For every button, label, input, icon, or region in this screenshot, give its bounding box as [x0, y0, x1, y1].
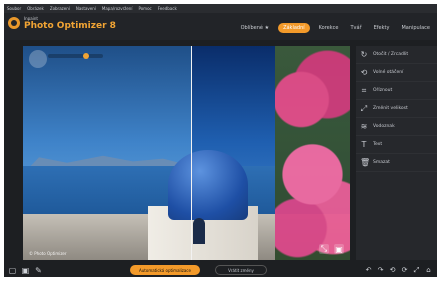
tool-panel: ↻ Otočit / Zrcadlit ⟲ Volné otáčení ⌗ Oř… — [356, 46, 437, 260]
bottom-toolbar: ▢ ▣ ✎ Automatická optimalizace Vrátit zm… — [4, 264, 437, 277]
rotate-icon: ↻ — [360, 49, 368, 59]
panel-item-watermark[interactable]: ≋ Vodoznak — [356, 118, 437, 136]
stage-tools: ⤡ ▣ — [319, 244, 344, 254]
panel-item-label: Vodoznak — [373, 124, 395, 129]
undo-icon[interactable]: ↶ — [364, 266, 373, 275]
panel-item-label: Změnit velikost — [373, 106, 408, 111]
menu-bar: Soubor Obrázek Zobrazení Nastavení Mapa/… — [4, 4, 437, 13]
undo-changes-button[interactable]: Vrátit změny — [215, 265, 267, 275]
zoom-knob[interactable] — [83, 53, 89, 59]
fullscreen-icon[interactable]: ⤢ — [412, 266, 421, 275]
straighten-icon: ⟲ — [360, 67, 368, 77]
auto-optimize-button[interactable]: Automatická optimalizace — [130, 265, 200, 275]
bottom-right-tools: ↶ ↷ ⟲ ⟳ ⤢ ⌂ — [364, 266, 433, 275]
panel-item-label: Oříznout — [373, 88, 393, 93]
menu-layout[interactable]: Mapa/rozvržení — [102, 4, 133, 13]
panel-item-label: Smazat — [373, 160, 390, 165]
panel-item-free-rotate[interactable]: ⟲ Volné otáčení — [356, 64, 437, 82]
rotate-right-icon[interactable]: ⟳ — [400, 266, 409, 275]
menu-feedback[interactable]: Feedback — [158, 4, 177, 13]
panel-item-label: Otočit / Zrcadlit — [373, 52, 409, 57]
app-logo — [8, 17, 20, 29]
tab-basic[interactable]: Základní — [278, 23, 310, 33]
tab-favorites[interactable]: Oblíbené ★ — [238, 24, 272, 32]
home-icon[interactable]: ⌂ — [424, 266, 433, 275]
blue-dome — [168, 150, 248, 220]
rotate-left-icon[interactable]: ⟲ — [388, 266, 397, 275]
tab-effects[interactable]: Efekty — [371, 24, 393, 32]
church-window — [193, 218, 205, 244]
pink-blossoms — [275, 46, 350, 260]
tab-corrections[interactable]: Korekce — [316, 24, 342, 32]
menu-view[interactable]: Zobrazení — [50, 4, 70, 13]
photo-optimizer-window: Soubor Obrázek Zobrazení Nastavení Mapa/… — [4, 4, 437, 277]
text-icon: T — [361, 139, 367, 149]
tab-face[interactable]: Tvář — [347, 24, 364, 32]
fit-icon[interactable]: ⤡ — [319, 244, 329, 254]
panel-item-label: Volné otáčení — [373, 70, 404, 75]
menu-settings[interactable]: Nastavení — [76, 4, 96, 13]
document-icon[interactable]: ▢ — [8, 266, 17, 275]
photo-preview[interactable]: © Photo Optimizer ⤡ ▣ — [23, 46, 350, 260]
panel-item-crop[interactable]: ⌗ Oříznout — [356, 82, 437, 100]
panel-item-resize[interactable]: ⤢ Změnit velikost — [356, 100, 437, 118]
panel-item-text[interactable]: T Text — [356, 136, 437, 154]
photo-caption: © Photo Optimizer — [29, 251, 67, 256]
watermark-icon: ≋ — [360, 121, 368, 131]
app-title: Photo Optimizer 8 — [24, 21, 116, 31]
compare-icon[interactable]: ▣ — [334, 244, 344, 254]
resize-icon: ⤢ — [360, 103, 368, 113]
tab-manipulation[interactable]: Manipulace — [398, 24, 433, 32]
bottom-left-tools: ▢ ▣ ✎ — [8, 266, 43, 275]
category-tabs: Oblíbené ★ Základní Korekce Tvář Efekty … — [238, 23, 433, 33]
menu-file[interactable]: Soubor — [7, 4, 21, 13]
before-after-divider[interactable] — [191, 46, 192, 260]
save-icon[interactable]: ▣ — [21, 266, 30, 275]
redo-icon[interactable]: ↷ — [376, 266, 385, 275]
edit-icon[interactable]: ✎ — [34, 266, 43, 275]
zoom-slider[interactable] — [48, 53, 103, 59]
panel-item-delete[interactable]: 🗑 Smazat — [356, 154, 437, 172]
menu-image[interactable]: Obrázek — [27, 4, 44, 13]
zoom-handle[interactable] — [29, 50, 47, 68]
delete-icon: 🗑 — [360, 157, 371, 167]
panel-item-label: Text — [373, 142, 383, 147]
panel-item-rotate[interactable]: ↻ Otočit / Zrcadlit — [356, 46, 437, 64]
menu-help[interactable]: Pomoc — [138, 4, 151, 13]
crop-icon: ⌗ — [361, 85, 367, 95]
